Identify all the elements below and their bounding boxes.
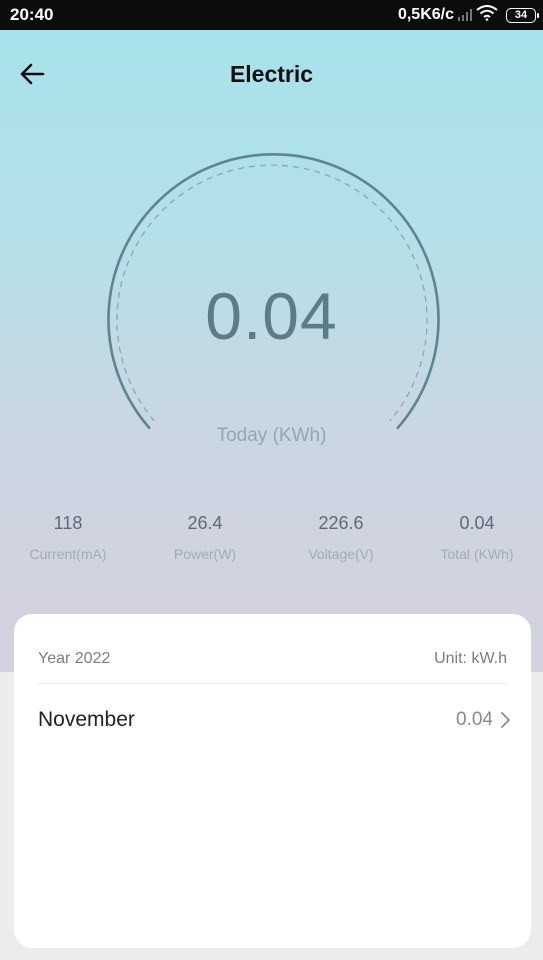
stat-label: Power(W): [173, 546, 237, 562]
stat-value: 226.6: [318, 513, 364, 533]
chevron-right-icon: [501, 712, 510, 728]
stat-value: 118: [53, 513, 83, 533]
unit-label: Unit: kW.h: [434, 650, 507, 667]
year-label: Year 2022: [38, 650, 111, 667]
month-row-november[interactable]: November 0.04: [38, 702, 511, 738]
battery-icon: 34: [506, 7, 539, 23]
page-title: Electric: [229, 61, 314, 87]
month-name: November: [38, 708, 135, 731]
app-header: Electric: [0, 30, 543, 120]
monthly-usage-card: Year 2022 Unit: kW.h November 0.04: [14, 614, 531, 948]
stat-voltage: 226.6 Voltage(V): [273, 510, 409, 562]
network-speed: 0,5K6/c: [397, 6, 454, 23]
stat-total: 0.04 Total (KWh): [409, 510, 543, 562]
stat-value: 0.04: [459, 513, 495, 533]
month-value-group: 0.04: [456, 709, 511, 731]
month-value: 0.04: [456, 709, 493, 730]
signal-icon: [458, 9, 472, 21]
status-time: 20:40: [10, 5, 54, 24]
status-indicators: 0,5K6/c 34: [397, 4, 539, 26]
stat-value: 26.4: [187, 513, 223, 533]
today-energy-value: 0.04: [205, 279, 338, 353]
stat-label: Total (KWh): [440, 546, 514, 562]
today-energy-label: Today (KWh): [216, 425, 327, 446]
stats-row: 118 Current(mA) 26.4 Power(W) 226.6 Volt…: [0, 510, 543, 570]
stat-label: Current(mA): [29, 546, 107, 562]
stat-current: 118 Current(mA): [0, 510, 136, 562]
status-bar: 20:40 0,5K6/c 34: [0, 0, 543, 30]
card-header: Year 2022 Unit: kW.h: [38, 650, 507, 684]
energy-gauge: 0.04 Today (KWh): [0, 130, 543, 460]
wifi-icon: [476, 4, 498, 26]
stat-label: Voltage(V): [308, 546, 374, 562]
stat-power: 26.4 Power(W): [137, 510, 273, 562]
